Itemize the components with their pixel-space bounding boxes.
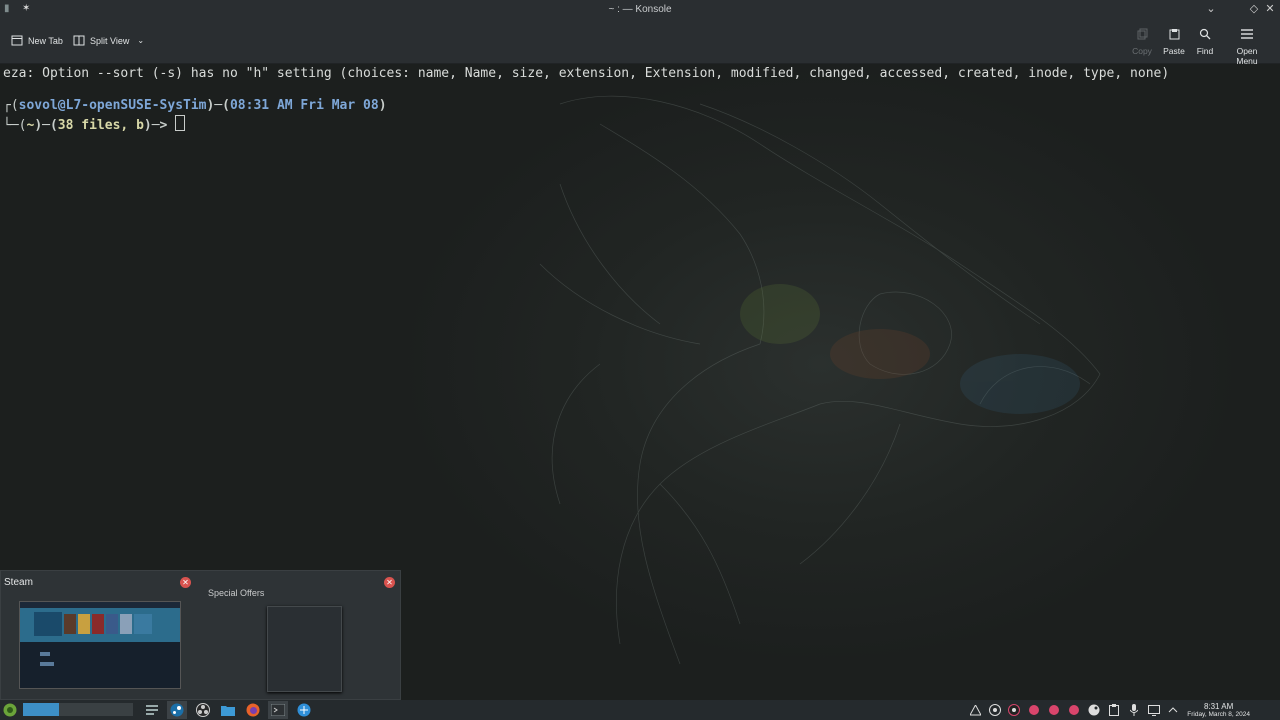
terminal-prompt-line-2: └─(~)─(38 files, b)─> — [3, 115, 186, 133]
digital-clock[interactable]: 8:31 AM Friday, March 8, 2024 — [1187, 702, 1250, 718]
close-icon[interactable]: ✕ — [1263, 2, 1277, 15]
obs-tray-icon[interactable] — [1008, 704, 1020, 716]
terminal-cursor[interactable] — [175, 115, 186, 131]
prompt-corner-bottom: └─( — [3, 118, 27, 133]
terminal-prompt-line-1: ┌(sovol@L7-openSUSE-SysTim)─(08:31 AM Fr… — [3, 98, 387, 113]
microphone-tray-icon[interactable] — [1128, 704, 1140, 716]
new-tab-label: New Tab — [28, 35, 63, 46]
taskbar: 8:31 AM Friday, March 8, 2024 — [0, 700, 1280, 720]
konsole-toolbar: New Tab Split View ⌄ Copy Paste Find Ope… — [0, 20, 1280, 66]
open-menu-label: Open Menu — [1236, 46, 1258, 66]
obs-icon[interactable] — [193, 701, 213, 719]
maximize-icon[interactable]: ◇ — [1247, 2, 1261, 15]
preview-close-icon-2[interactable]: ✕ — [384, 577, 395, 588]
firefox-icon[interactable] — [243, 701, 263, 719]
task-manager-icon[interactable] — [142, 701, 162, 719]
open-menu-button[interactable]: Open Menu — [1225, 26, 1269, 66]
steam-icon[interactable] — [167, 701, 187, 719]
window-titlebar[interactable]: ▮ ✶ ~ : — Konsole ⌄ ◇ ✕ — [0, 0, 1280, 20]
clock-date: Friday, March 8, 2024 — [1187, 711, 1250, 718]
preview-close-icon[interactable]: ✕ — [180, 577, 191, 588]
steam-window-thumbnail[interactable] — [19, 601, 181, 689]
find-button[interactable]: Find — [1183, 26, 1227, 56]
clipboard-tray-icon[interactable] — [1108, 704, 1120, 716]
preview-title-special-offers: Special Offers — [208, 588, 265, 598]
konsole-icon[interactable] — [268, 701, 288, 719]
prompt-corner-top: ┌( — [3, 98, 19, 113]
steam-thumbnail-art — [20, 602, 180, 688]
split-view-button[interactable]: Split View ⌄ — [73, 35, 144, 46]
record-tray-icon-3[interactable] — [1068, 704, 1080, 716]
prompt-files: 38 files, b — [57, 118, 144, 133]
search-icon — [1199, 28, 1211, 40]
browser-icon[interactable] — [294, 701, 314, 719]
prompt-time: 08:31 AM Fri Mar 08 — [229, 98, 379, 113]
window-title: ~ : — Konsole — [608, 4, 672, 15]
paste-icon — [1169, 29, 1179, 40]
hamburger-menu-icon — [1241, 29, 1253, 39]
new-tab-button[interactable]: New Tab — [11, 35, 63, 46]
alert-tray-icon[interactable] — [969, 704, 981, 716]
special-offers-thumbnail[interactable] — [267, 606, 342, 692]
clock-time: 8:31 AM — [1203, 702, 1234, 711]
chevron-up-icon[interactable] — [1167, 704, 1179, 716]
new-tab-icon — [11, 35, 23, 46]
app-launcher-icon[interactable] — [0, 701, 20, 719]
copy-icon — [1137, 28, 1147, 40]
split-view-icon — [73, 35, 85, 46]
prompt-user-host: sovol@L7-openSUSE-SysTim — [18, 98, 207, 113]
kde-connect-tray-icon[interactable] — [989, 704, 1001, 716]
task-preview-popup: Steam ✕ Special Offers ✕ — [0, 570, 401, 700]
split-view-label: Split View — [90, 35, 130, 46]
find-label: Find — [1196, 46, 1214, 56]
pager-widget[interactable] — [23, 703, 133, 716]
preview-title-steam: Steam — [4, 577, 33, 588]
record-tray-icon-2[interactable] — [1048, 704, 1060, 716]
chevron-down-icon: ⌄ — [137, 36, 145, 45]
minimize-icon[interactable]: ⌄ — [1204, 2, 1218, 15]
steam-tray-icon[interactable] — [1088, 704, 1100, 716]
display-tray-icon[interactable] — [1148, 704, 1160, 716]
file-manager-icon[interactable] — [218, 701, 238, 719]
record-tray-icon-1[interactable] — [1028, 704, 1040, 716]
terminal-error-line: eza: Option --sort (-s) has no "h" setti… — [3, 66, 1170, 81]
